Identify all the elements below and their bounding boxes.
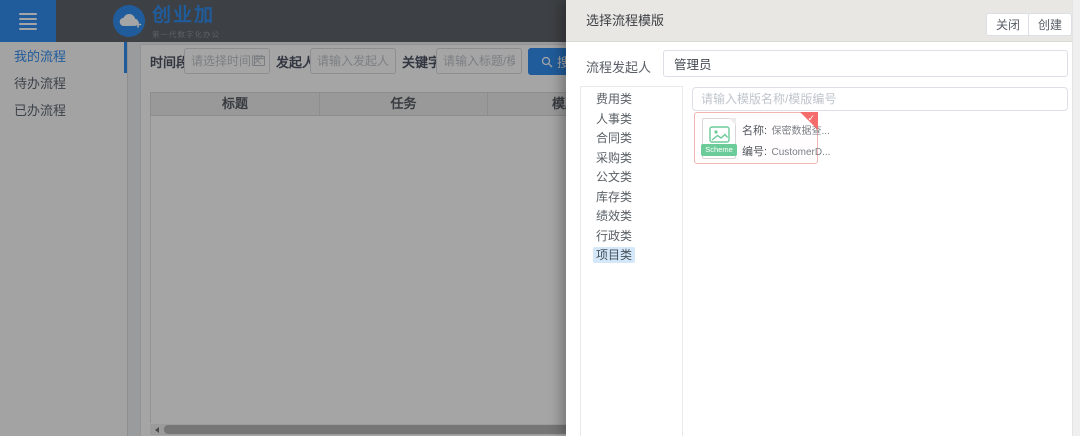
scheme-file-icon: Scheme (702, 118, 736, 159)
image-glyph-icon (709, 126, 730, 143)
category-item[interactable]: 行政类 (581, 227, 682, 247)
folded-corner-icon (729, 118, 736, 125)
template-code-label: 编号: (742, 146, 767, 158)
template-name-label: 名称: (742, 125, 767, 137)
template-search-input[interactable] (692, 87, 1068, 111)
scheme-badge: Scheme (701, 144, 737, 156)
drawer-title: 选择流程模版 (586, 0, 664, 42)
flow-initiator-input[interactable] (663, 50, 1068, 77)
flow-initiator-label: 流程发起人 (586, 57, 651, 76)
category-item[interactable]: 合同类 (581, 129, 682, 149)
category-item[interactable]: 库存类 (581, 188, 682, 208)
drawer-vertical-scrollbar[interactable] (1072, 0, 1080, 436)
drawer-header: 选择流程模版 关闭 创建 (566, 0, 1080, 42)
close-button[interactable]: 关闭 (986, 13, 1030, 36)
template-card-selected[interactable]: Scheme 名称: 保密数据查... 编号: CustomerD... ✓ (694, 112, 818, 164)
create-button[interactable]: 创建 (1028, 13, 1072, 36)
category-item-selected[interactable]: 项目类 (581, 246, 682, 266)
category-item[interactable]: 人事类 (581, 110, 682, 130)
category-item[interactable]: 采购类 (581, 149, 682, 169)
category-panel: 费用类 人事类 合同类 采购类 公文类 库存类 绩效类 行政类 项目类 (580, 86, 683, 436)
category-item[interactable]: 公文类 (581, 168, 682, 188)
template-drawer: 选择流程模版 关闭 创建 流程发起人 费用类 人事类 合同类 采购类 公文类 库… (566, 0, 1080, 436)
check-icon: ✓ (807, 113, 815, 124)
template-code-value: CustomerD... (772, 147, 831, 158)
category-item[interactable]: 绩效类 (581, 207, 682, 227)
category-item[interactable]: 费用类 (581, 90, 682, 110)
app-root: 创业加 第一代数字化办公 我的流程 待办流程 已办流程 时间段 发起人 关键字 … (0, 0, 1080, 436)
modal-overlay[interactable] (0, 0, 567, 436)
